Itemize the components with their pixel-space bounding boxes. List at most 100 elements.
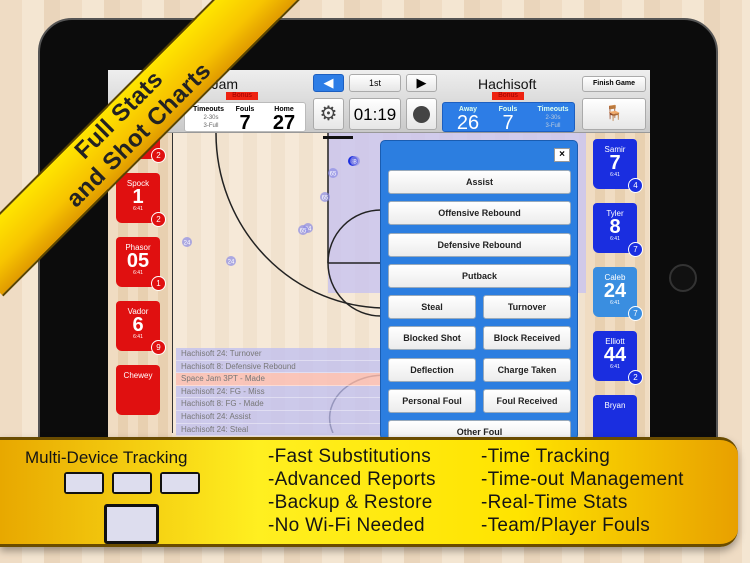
log-entry[interactable]: Hachisoft 8: Defensive Rebound <box>176 360 386 374</box>
player-name: Chewey <box>123 371 153 380</box>
away-score: 26 <box>456 112 480 134</box>
shot-marker[interactable]: 65 <box>298 225 308 235</box>
stat-entry-popup: × Assist Offensive Rebound Defensive Rebou… <box>380 140 578 444</box>
chair-icon: 🪑 <box>604 105 624 122</box>
away-stats-box: Away 26 Fouls 7 Timeouts 2-30s 3-Full <box>442 102 575 134</box>
settings-button[interactable]: ⚙ <box>313 98 344 130</box>
player-time: 6:41 <box>610 300 620 306</box>
stat-button-0[interactable]: Blocked Shot <box>388 326 476 351</box>
away-fouls: 7 <box>502 112 514 134</box>
feature-item: -Advanced Reports <box>268 469 436 490</box>
log-entry[interactable]: Hachisoft 24: Steal <box>176 423 386 437</box>
away-timeouts-full: 3-Full <box>545 123 561 129</box>
stat-button-1[interactable]: Turnover <box>483 295 571 319</box>
player-jersey[interactable]: Bryan <box>593 395 637 440</box>
close-popup-button[interactable]: × <box>554 148 570 162</box>
home-bonus-badge: Bonus <box>226 92 258 100</box>
shot-player-number: 24 <box>184 241 191 247</box>
shot-marker[interactable]: 65 <box>328 168 338 178</box>
player-fouls-badge: 1 <box>151 276 166 291</box>
player-jersey[interactable]: Vador 6 6:41 9 <box>116 301 166 355</box>
stat-button-0[interactable]: Assist <box>388 170 571 194</box>
feature-item: -No Wi-Fi Needed <box>268 515 425 536</box>
stat-button-2[interactable]: Defensive Rebound <box>388 232 571 257</box>
stat-button-0[interactable]: Steal <box>388 295 476 319</box>
player-time: 6:41 <box>133 206 143 212</box>
bench-button[interactable]: 🪑 <box>582 98 646 130</box>
away-timeouts-label: Timeouts <box>537 106 569 113</box>
log-entry[interactable]: Hachisoft 24: Turnover <box>176 348 386 361</box>
player-fouls-badge: 9 <box>151 340 166 355</box>
shot-player-number: 65 <box>322 196 329 202</box>
shot-player-number: 65 <box>330 172 337 178</box>
shot-marker[interactable]: 8 <box>350 156 360 166</box>
away-team-name: Hachisoft <box>478 76 537 92</box>
stat-button-1[interactable]: Foul Received <box>483 388 571 413</box>
feature-item: -Real-Time Stats <box>481 492 628 513</box>
multi-device-illustration <box>62 472 202 544</box>
player-jersey[interactable]: Tyler 8 6:41 7 <box>593 203 643 257</box>
player-number: 7 <box>609 152 621 174</box>
possession-button[interactable] <box>406 98 437 130</box>
finish-game-button[interactable]: Finish Game <box>582 76 646 92</box>
player-number: 6 <box>132 314 144 336</box>
log-entry[interactable]: Hachisoft 8: FG - Made <box>176 398 386 411</box>
feature-item: -Time-out Management <box>481 469 684 490</box>
game-clock[interactable]: 01:19 <box>349 98 401 130</box>
player-jersey[interactable]: Caleb 24 6:41 7 <box>593 267 643 321</box>
stat-button-0[interactable]: Deflection <box>388 357 476 382</box>
player-jersey[interactable]: Chewey <box>116 365 160 415</box>
player-number: 8 <box>609 216 621 238</box>
player-jersey[interactable]: Elliott 44 6:41 2 <box>593 331 643 385</box>
home-timeouts-30s: 2-30s <box>203 115 219 121</box>
player-fouls-badge: 2 <box>151 212 166 227</box>
basketball-icon <box>413 106 430 123</box>
home-score: 27 <box>272 112 296 134</box>
stat-button-1[interactable]: Block Received <box>483 326 571 351</box>
player-time: 6:41 <box>610 172 620 178</box>
home-fouls: 7 <box>239 112 251 134</box>
shot-marker[interactable]: 24 <box>182 237 192 247</box>
log-entry[interactable]: Space Jam 3PT - Made <box>176 373 386 386</box>
multi-device-title: Multi-Device Tracking <box>25 448 188 467</box>
player-time: 6:41 <box>610 236 620 242</box>
shot-marker[interactable]: 24 <box>226 256 236 266</box>
stat-button-3[interactable]: Putback <box>388 263 571 288</box>
shot-player-number: 65 <box>300 229 307 235</box>
player-fouls-badge: 7 <box>628 242 643 257</box>
feature-item: -Team/Player Fouls <box>481 515 651 536</box>
stat-button-1[interactable]: Offensive Rebound <box>388 201 571 226</box>
player-name: Bryan <box>604 401 626 410</box>
shot-marker[interactable]: 65 <box>320 192 330 202</box>
previous-period-button[interactable]: ◀ <box>313 74 344 92</box>
away-roster: Samir 7 6:41 4 Tyler 8 6:41 7 Caleb 24 6:41 7 Elliot… <box>585 133 649 440</box>
home-timeouts-full: 3-Full <box>203 123 219 129</box>
player-fouls-badge: 2 <box>628 370 643 385</box>
arrow-left-icon: ◀ <box>323 75 334 90</box>
player-time: 6:41 <box>610 364 620 370</box>
home-button[interactable] <box>669 264 697 292</box>
player-jersey[interactable]: Samir 7 6:41 4 <box>593 139 643 193</box>
log-entry[interactable]: Hachisoft 24: FG - Miss <box>176 385 386 399</box>
home-timeouts-label: Timeouts <box>193 106 224 113</box>
log-entry[interactable]: Hachisoft 24: Assist <box>176 410 386 424</box>
play-by-play-log: Hachisoft 24: Turnover Hachisoft 8: Defen… <box>176 348 386 437</box>
player-fouls-badge: 2 <box>151 148 166 163</box>
feature-item: -Fast Substitutions <box>268 446 432 467</box>
player-number: 24 <box>603 280 627 302</box>
stat-button-0[interactable]: Personal Foul <box>388 388 476 413</box>
arrow-right-icon: ▶ <box>416 75 427 90</box>
away-bonus-badge: Bonus <box>492 92 524 100</box>
next-period-button[interactable]: ▶ <box>406 74 437 92</box>
player-jersey[interactable]: Spock 1 6:41 2 <box>116 173 166 227</box>
player-fouls-badge: 7 <box>628 306 643 321</box>
period-display[interactable]: 1st <box>349 74 401 92</box>
player-number: 1 <box>132 186 144 208</box>
player-time: 6:41 <box>133 334 143 340</box>
player-jersey[interactable]: Phasor 05 6:41 1 <box>116 237 166 291</box>
gear-icon: ⚙ <box>319 103 338 125</box>
shot-player-number: 24 <box>228 260 235 266</box>
player-fouls-badge: 4 <box>628 178 643 193</box>
stat-button-1[interactable]: Charge Taken <box>483 357 571 382</box>
player-number: 44 <box>603 344 627 366</box>
